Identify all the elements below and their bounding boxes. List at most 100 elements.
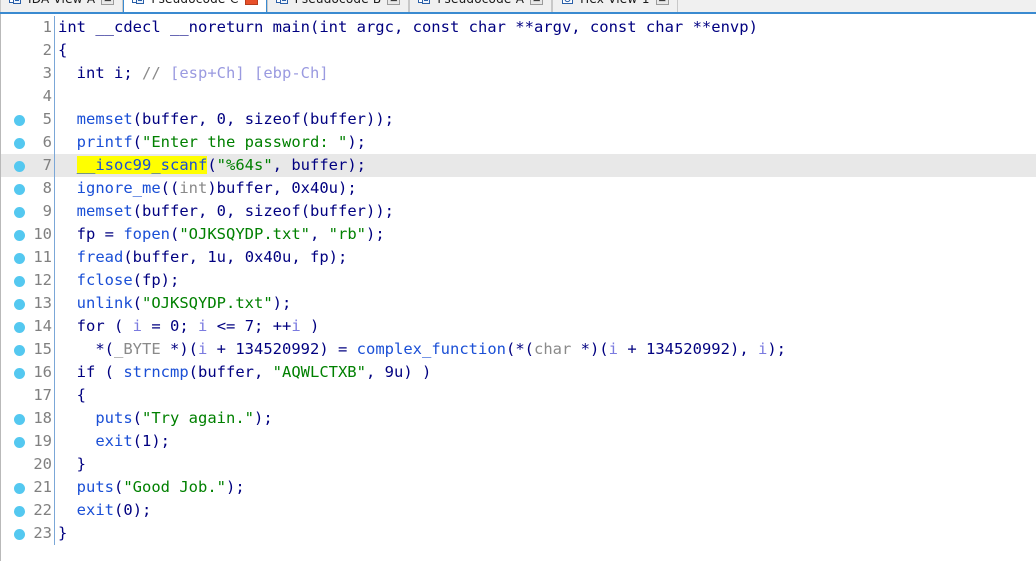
- line-gutter[interactable]: 6: [1, 131, 54, 154]
- code-token-kw[interactable]: if (: [58, 363, 123, 381]
- code-token-plain[interactable]: );: [151, 432, 170, 450]
- code-token-plain[interactable]: );: [366, 225, 385, 243]
- code-token-plain[interactable]: <=: [207, 317, 244, 335]
- code-token-plain[interactable]: )buffer,: [207, 179, 291, 197]
- code-token-plain[interactable]: (buffer));: [301, 202, 394, 220]
- code-token-str[interactable]: "Try again.": [142, 409, 254, 427]
- code-line[interactable]: 14 for ( i = 0; i <= 7; ++i ): [1, 315, 1036, 338]
- code-token-plain[interactable]: [58, 271, 77, 289]
- code-token-plain[interactable]: +: [618, 340, 646, 358]
- code-text[interactable]: printf("Enter the password: ");: [58, 131, 366, 154]
- code-token-plain[interactable]: (buffer,: [133, 110, 217, 128]
- code-token-plain[interactable]: [58, 133, 77, 151]
- code-token-cmt[interactable]: //: [142, 64, 170, 82]
- code-token-type[interactable]: char: [534, 340, 571, 358]
- code-token-var[interactable]: i: [133, 317, 142, 335]
- code-line[interactable]: 5 memset(buffer, 0, sizeof(buffer));: [1, 108, 1036, 131]
- code-token-fn[interactable]: puts: [77, 478, 114, 496]
- close-icon[interactable]: ▲: [530, 0, 544, 5]
- tab-pseudocode-c[interactable]: Pseudocode-C ✖: [123, 0, 267, 12]
- code-token-plain[interactable]: *(: [58, 340, 114, 358]
- line-gutter[interactable]: 20: [1, 453, 54, 476]
- code-line[interactable]: 13 unlink("OJKSQYDP.txt");: [1, 292, 1036, 315]
- code-token-plain[interactable]: ; ++: [254, 317, 291, 335]
- code-line[interactable]: 19 exit(1);: [1, 430, 1036, 453]
- code-text[interactable]: if ( strncmp(buffer, "AQWLCTXB", 9u) ): [58, 361, 432, 384]
- line-gutter[interactable]: 3: [1, 62, 54, 85]
- code-token-num[interactable]: 1u: [207, 248, 226, 266]
- code-token-fn[interactable]: exit: [77, 501, 114, 519]
- code-line[interactable]: 22 exit(0);: [1, 499, 1036, 522]
- code-line[interactable]: 20 }: [1, 453, 1036, 476]
- code-token-plain[interactable]: , buffer);: [273, 156, 366, 174]
- code-text[interactable]: *(_BYTE *)(i + 134520992) = complex_func…: [58, 338, 786, 361]
- code-token-num[interactable]: 0x40u: [291, 179, 338, 197]
- code-token-fn[interactable]: ignore_me: [77, 179, 161, 197]
- code-token-kw[interactable]: int argc, const char **argv, const char …: [319, 18, 758, 36]
- line-gutter[interactable]: 13: [1, 292, 54, 315]
- code-text[interactable]: }: [58, 522, 67, 545]
- code-text[interactable]: {: [58, 384, 86, 407]
- code-token-fn[interactable]: fread: [77, 248, 124, 266]
- code-token-plain[interactable]: *)(: [571, 340, 609, 358]
- code-line[interactable]: 12 fclose(fp);: [1, 269, 1036, 292]
- code-token-plain[interactable]: );: [254, 409, 273, 427]
- code-token-num[interactable]: 1: [142, 432, 151, 450]
- code-token-plain[interactable]: (buffer,: [133, 202, 217, 220]
- code-text[interactable]: puts("Try again.");: [58, 407, 273, 430]
- line-gutter[interactable]: 2: [1, 39, 54, 62]
- code-text[interactable]: fclose(fp);: [58, 269, 180, 292]
- code-token-plain[interactable]: [58, 294, 77, 312]
- line-gutter[interactable]: 8: [1, 177, 54, 200]
- code-token-plain[interactable]: }: [58, 455, 86, 473]
- code-token-cmtv[interactable]: [esp+Ch] [ebp-Ch]: [170, 64, 329, 82]
- code-token-plain[interactable]: =: [142, 317, 170, 335]
- code-token-str[interactable]: "%64s": [217, 156, 273, 174]
- line-gutter[interactable]: 21: [1, 476, 54, 499]
- code-line[interactable]: 2{: [1, 39, 1036, 62]
- code-line[interactable]: 9 memset(buffer, 0, sizeof(buffer));: [1, 200, 1036, 223]
- line-gutter[interactable]: 4: [1, 85, 54, 108]
- code-token-plain[interactable]: (: [133, 409, 142, 427]
- code-text[interactable]: int __cdecl __noreturn main(int argc, co…: [58, 16, 758, 39]
- code-line[interactable]: 17 {: [1, 384, 1036, 407]
- code-text[interactable]: }: [58, 453, 86, 476]
- code-token-kw[interactable]: int: [58, 18, 95, 36]
- code-token-plain[interactable]: ) ): [403, 363, 431, 381]
- code-token-num[interactable]: 0: [217, 202, 226, 220]
- code-text[interactable]: memset(buffer, 0, sizeof(buffer));: [58, 108, 394, 131]
- code-listing[interactable]: 1 int __cdecl __noreturn main(int argc, c…: [1, 14, 1036, 545]
- code-token-var[interactable]: i: [609, 340, 618, 358]
- code-token-plain[interactable]: );: [226, 478, 245, 496]
- code-line[interactable]: 4: [1, 85, 1036, 108]
- code-token-str[interactable]: "OJKSQYDP.txt": [179, 225, 310, 243]
- code-token-plain[interactable]: ;: [179, 317, 198, 335]
- code-token-type[interactable]: _BYTE: [114, 340, 161, 358]
- code-token-plain[interactable]: [58, 156, 77, 174]
- code-token-plain[interactable]: (buffer,: [189, 363, 273, 381]
- code-token-plain[interactable]: (: [114, 478, 123, 496]
- code-token-plain[interactable]: (: [207, 156, 216, 174]
- code-token-plain[interactable]: (*(: [506, 340, 534, 358]
- code-token-plain[interactable]: ,: [226, 248, 245, 266]
- line-gutter[interactable]: 19: [1, 430, 54, 453]
- code-token-num[interactable]: 9u: [385, 363, 404, 381]
- code-token-plain[interactable]: (: [170, 225, 179, 243]
- code-text[interactable]: exit(1);: [58, 430, 170, 453]
- code-token-fn[interactable]: printf: [77, 133, 133, 151]
- line-gutter[interactable]: 23: [1, 522, 54, 545]
- code-token-plain[interactable]: [58, 110, 77, 128]
- code-token-var[interactable]: i: [198, 340, 207, 358]
- tab-ida-view-a[interactable]: IDA View-A ▲: [0, 0, 124, 12]
- code-token-plain[interactable]: (: [133, 432, 142, 450]
- code-token-kw[interactable]: main(: [273, 18, 320, 36]
- line-gutter[interactable]: 16: [1, 361, 54, 384]
- code-text[interactable]: ignore_me((int)buffer, 0x40u);: [58, 177, 357, 200]
- pseudocode-editor[interactable]: 1 int __cdecl __noreturn main(int argc, c…: [0, 14, 1036, 561]
- line-gutter[interactable]: 14: [1, 315, 54, 338]
- code-token-num[interactable]: 7: [245, 317, 254, 335]
- code-token-plain[interactable]: ,: [226, 202, 245, 220]
- code-token-plain[interactable]: );: [767, 340, 786, 358]
- code-token-num[interactable]: 0x40u: [245, 248, 292, 266]
- code-token-kw[interactable]: sizeof: [245, 202, 301, 220]
